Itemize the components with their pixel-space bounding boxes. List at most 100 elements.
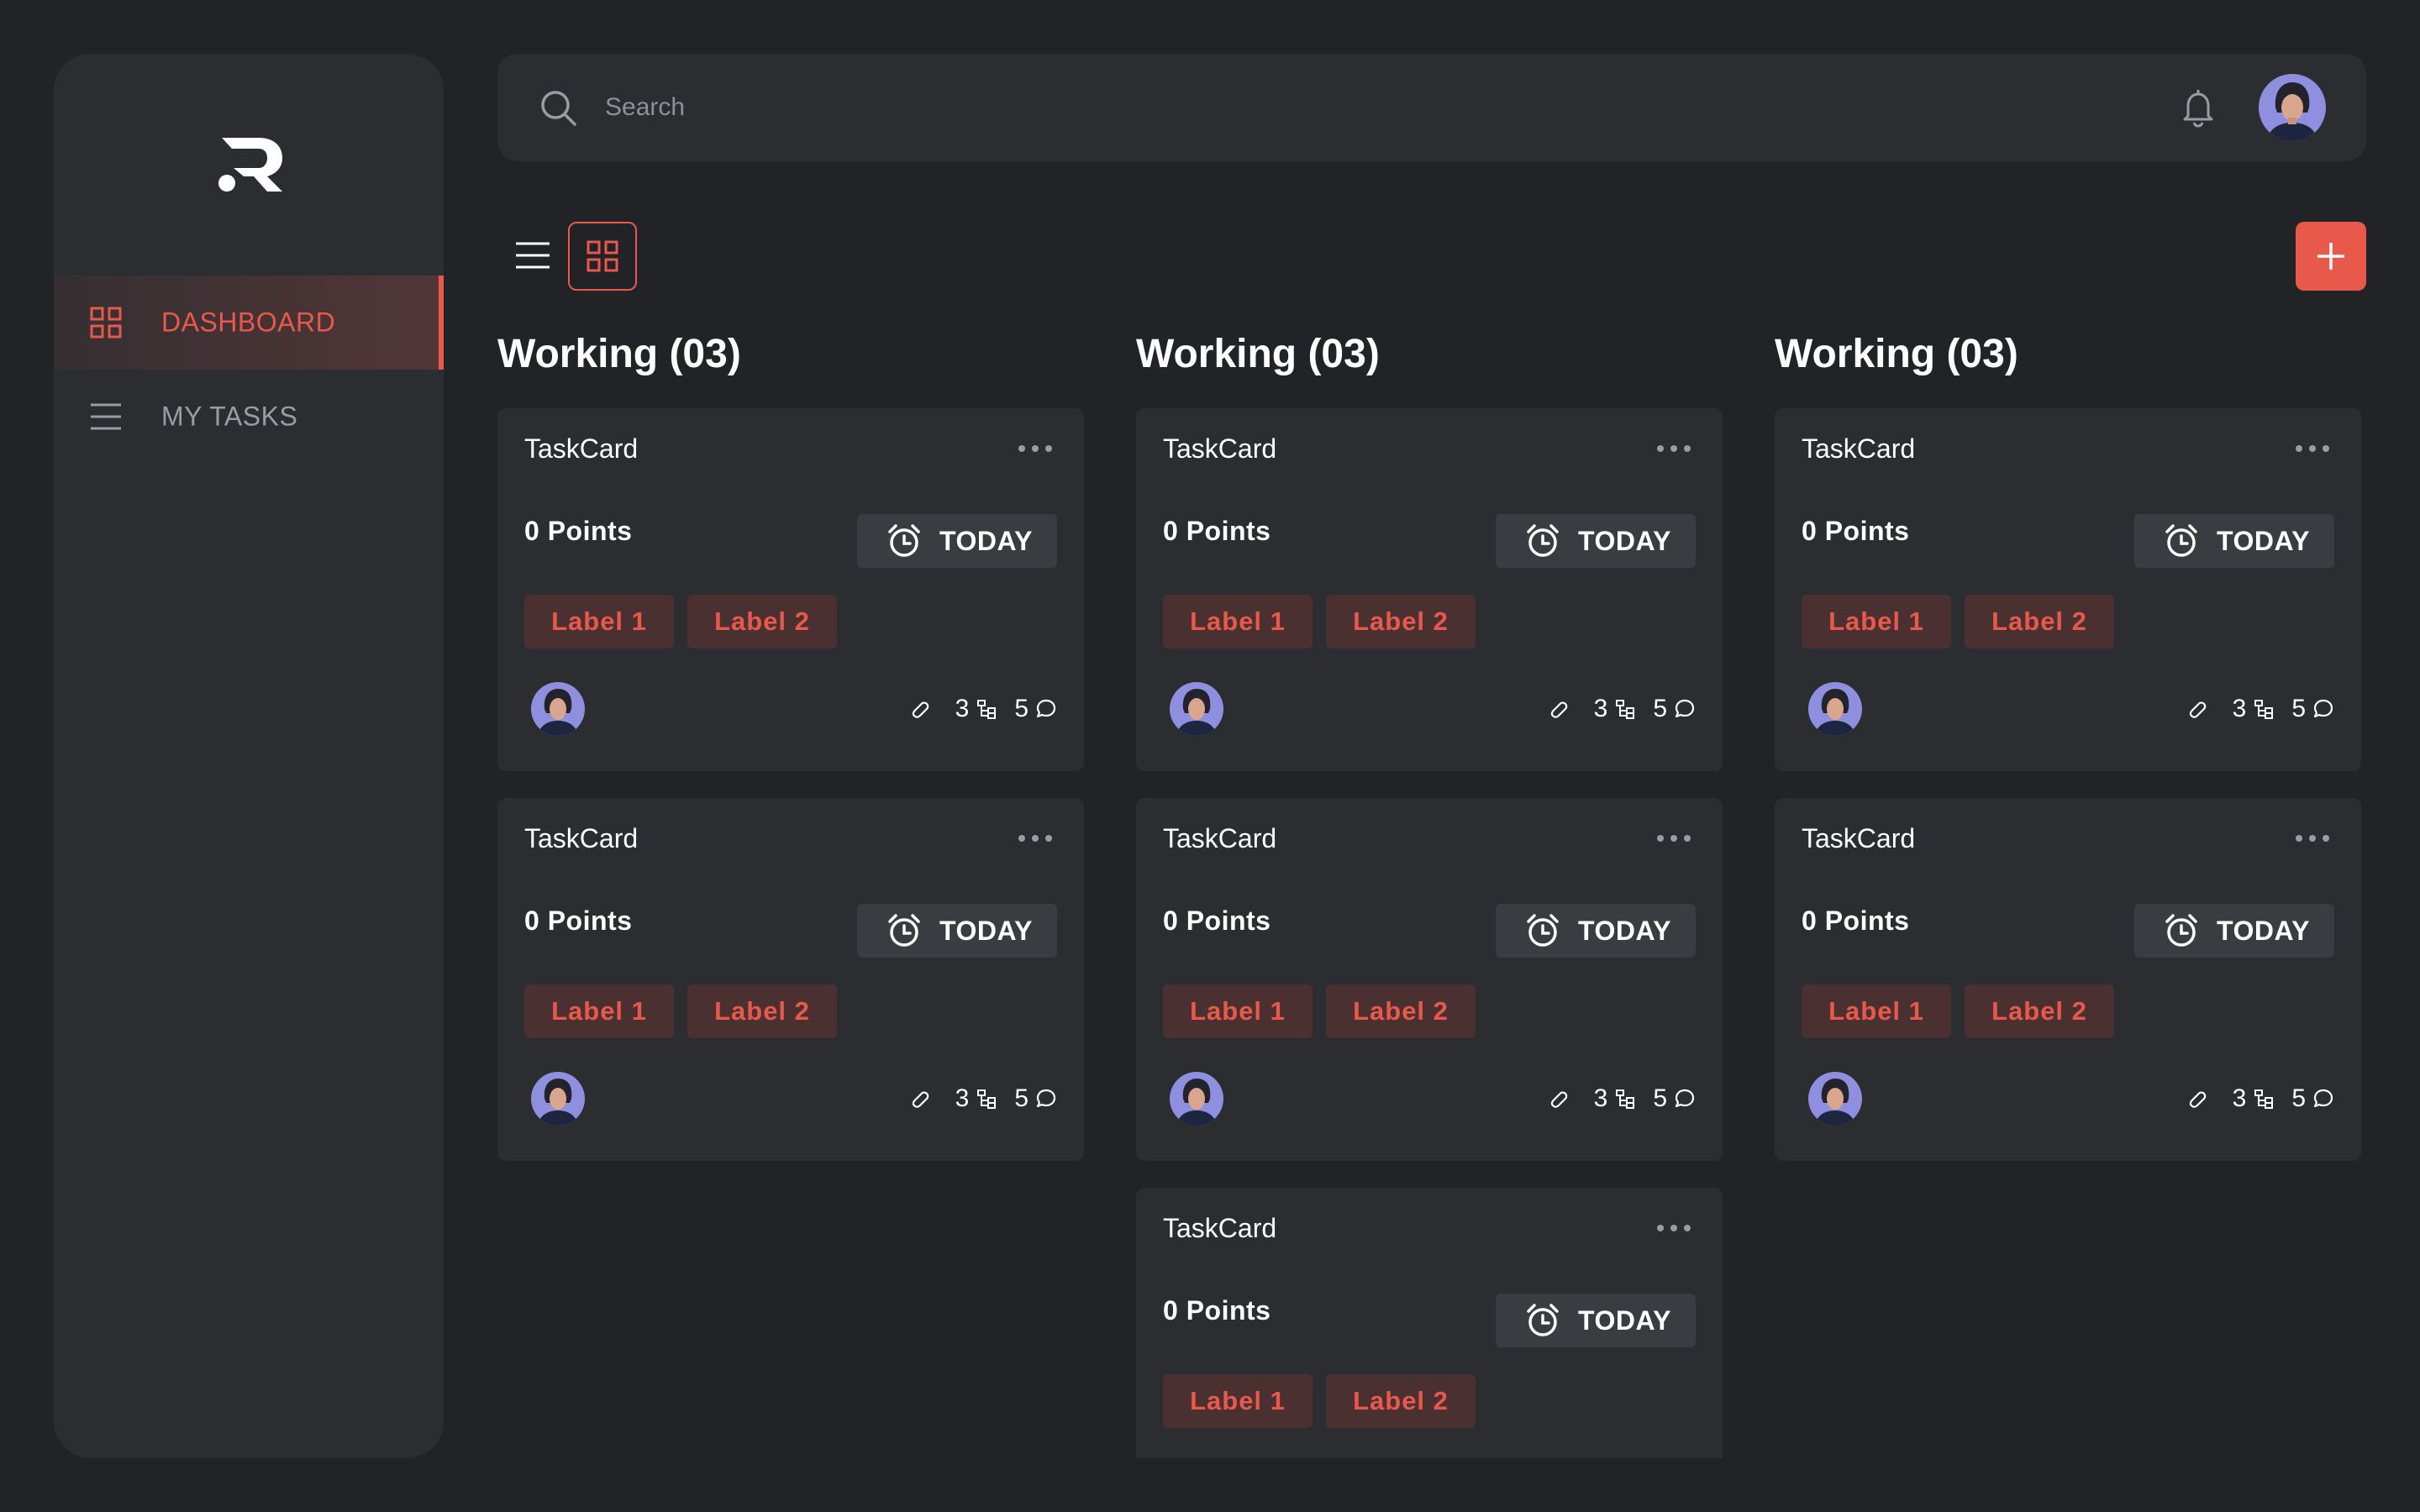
card-labels: Label 1 Label 2: [1802, 984, 2114, 1038]
label-tag[interactable]: Label 2: [1965, 984, 2114, 1038]
attachment-icon: [912, 701, 929, 718]
more-options-icon[interactable]: [1655, 828, 1692, 848]
avatar-image: [531, 682, 585, 736]
due-date-badge[interactable]: TODAY: [1496, 514, 1696, 568]
more-options-icon[interactable]: [2294, 828, 2331, 848]
due-date-badge[interactable]: TODAY: [1496, 1294, 1696, 1347]
due-date-badge[interactable]: TODAY: [857, 514, 1057, 568]
card-labels: Label 1 Label 2: [1163, 984, 1476, 1038]
label-tag[interactable]: Label 1: [1802, 984, 1951, 1038]
task-card[interactable]: TaskCard 0 Points TODAY Label 1 Label 235: [497, 408, 1084, 771]
card-labels: Label 1 Label 2: [1163, 595, 1476, 648]
label-tag[interactable]: Label 1: [524, 984, 674, 1038]
avatar[interactable]: [2259, 74, 2326, 141]
sidebar-item-dashboard[interactable]: DASHBOARD: [54, 276, 444, 370]
label-tag[interactable]: Label 2: [687, 984, 837, 1038]
label-tag[interactable]: Label 1: [1802, 595, 1951, 648]
alarm-clock-icon: [888, 524, 920, 557]
card-points: 0 Points: [1802, 516, 1910, 546]
search-icon[interactable]: [538, 87, 578, 128]
due-date-text: TODAY: [939, 525, 1033, 556]
sidebar-item-my-tasks[interactable]: MY TASKS: [54, 370, 444, 464]
subtask-count-value: 3: [955, 1084, 970, 1112]
card-points: 0 Points: [524, 906, 633, 936]
task-card[interactable]: TaskCard 0 Points TODAY Label 1 Label 235: [497, 798, 1084, 1161]
card-stats: 35: [2186, 1082, 2334, 1116]
assignee-avatar[interactable]: [531, 682, 585, 736]
comment-count-value: 5: [2291, 1084, 2306, 1112]
alarm-clock-icon: [2165, 524, 2197, 557]
more-options-icon[interactable]: [1655, 1218, 1692, 1238]
app-root: DASHBOARD MY TASKS Search Working (03) T…: [0, 0, 2420, 1512]
subtask-icon: [2254, 1089, 2274, 1109]
list-view-icon[interactable]: [514, 237, 551, 274]
task-card[interactable]: TaskCard 0 Points TODAY Label 1 Label 2 35: [1136, 408, 1723, 771]
alarm-clock-icon: [2165, 914, 2197, 947]
subtask-count-value: 3: [955, 695, 970, 722]
subtask-count-value: 3: [2232, 1084, 2247, 1112]
task-card[interactable]: TaskCard 0 Points TODAY Label 1 Label 2: [1136, 1188, 1723, 1458]
task-card[interactable]: TaskCard 0 Points TODAY Label 1 Label 235: [1775, 408, 2361, 771]
more-options-icon[interactable]: [2294, 438, 2331, 459]
card-labels: Label 1 Label 2: [524, 595, 837, 648]
subtask-count-value: 3: [2232, 695, 2247, 722]
due-date-text: TODAY: [2217, 915, 2310, 946]
subtask-icon: [977, 700, 997, 719]
bell-icon[interactable]: [2176, 86, 2220, 129]
column-title: Working (03): [497, 332, 741, 376]
column-title: Working (03): [1136, 332, 1380, 376]
avatar-image: [1170, 1072, 1223, 1126]
card-points: 0 Points: [1163, 516, 1271, 546]
task-card[interactable]: TaskCard 0 Points TODAY Label 1 Label 235: [1136, 798, 1723, 1161]
due-date-badge[interactable]: TODAY: [2134, 514, 2334, 568]
label-tag[interactable]: Label 2: [1326, 595, 1476, 648]
card-stats: 35: [1547, 692, 1696, 726]
subtask-count: 3: [2233, 1084, 2275, 1113]
avatar-image: [2259, 74, 2326, 141]
card-stats: 35: [2186, 692, 2334, 726]
comment-icon: [1675, 1089, 1695, 1108]
due-date-text: TODAY: [1578, 525, 1671, 556]
card-labels: Label 1 Label 2: [1802, 595, 2114, 648]
subtask-icon: [977, 1089, 997, 1109]
subtask-icon: [2254, 700, 2274, 719]
due-date-badge[interactable]: TODAY: [857, 904, 1057, 958]
more-options-icon[interactable]: [1017, 438, 1054, 459]
label-tag[interactable]: Label 1: [524, 595, 674, 648]
top-bar: [497, 54, 2366, 161]
card-title: TaskCard: [1163, 823, 1277, 853]
grid-view-button[interactable]: [568, 222, 637, 291]
sidebar-item-label: MY TASKS: [161, 401, 298, 432]
label-tag[interactable]: Label 2: [687, 595, 837, 648]
label-tag[interactable]: Label 1: [1163, 1374, 1313, 1428]
more-options-icon[interactable]: [1655, 438, 1692, 459]
assignee-avatar[interactable]: [1170, 1072, 1223, 1126]
assignee-avatar[interactable]: [531, 1072, 585, 1126]
label-tag[interactable]: Label 2: [1326, 984, 1476, 1038]
due-date-text: TODAY: [2217, 525, 2310, 556]
card-labels: Label 1 Label 2: [1163, 1374, 1476, 1428]
comment-icon: [1036, 1089, 1056, 1108]
board-column: Working (03) TaskCard 0 Points TODAY Label 1…: [497, 328, 1084, 1188]
card-stats: 35: [908, 1082, 1057, 1116]
due-date-badge[interactable]: TODAY: [1496, 904, 1696, 958]
subtask-count-value: 3: [1593, 1084, 1608, 1112]
label-tag[interactable]: Label 2: [1965, 595, 2114, 648]
label-tag[interactable]: Label 1: [1163, 595, 1313, 648]
label-tag[interactable]: Label 1: [1163, 984, 1313, 1038]
avatar-image: [1808, 1072, 1862, 1126]
alarm-clock-icon: [888, 914, 920, 947]
assignee-avatar[interactable]: [1808, 1072, 1862, 1126]
due-date-badge[interactable]: TODAY: [2134, 904, 2334, 958]
avatar-image: [1808, 682, 1862, 736]
task-card[interactable]: TaskCard 0 Points TODAY Label 1 Label 235: [1775, 798, 2361, 1161]
add-task-button[interactable]: [2296, 222, 2366, 291]
search-input[interactable]: [605, 82, 1949, 133]
card-stats: 35: [1547, 1082, 1696, 1116]
more-options-icon[interactable]: [1017, 828, 1054, 848]
card-title: TaskCard: [1163, 433, 1277, 464]
plus-icon: [2317, 243, 2344, 270]
assignee-avatar[interactable]: [1808, 682, 1862, 736]
label-tag[interactable]: Label 2: [1326, 1374, 1476, 1428]
assignee-avatar[interactable]: [1170, 682, 1223, 736]
